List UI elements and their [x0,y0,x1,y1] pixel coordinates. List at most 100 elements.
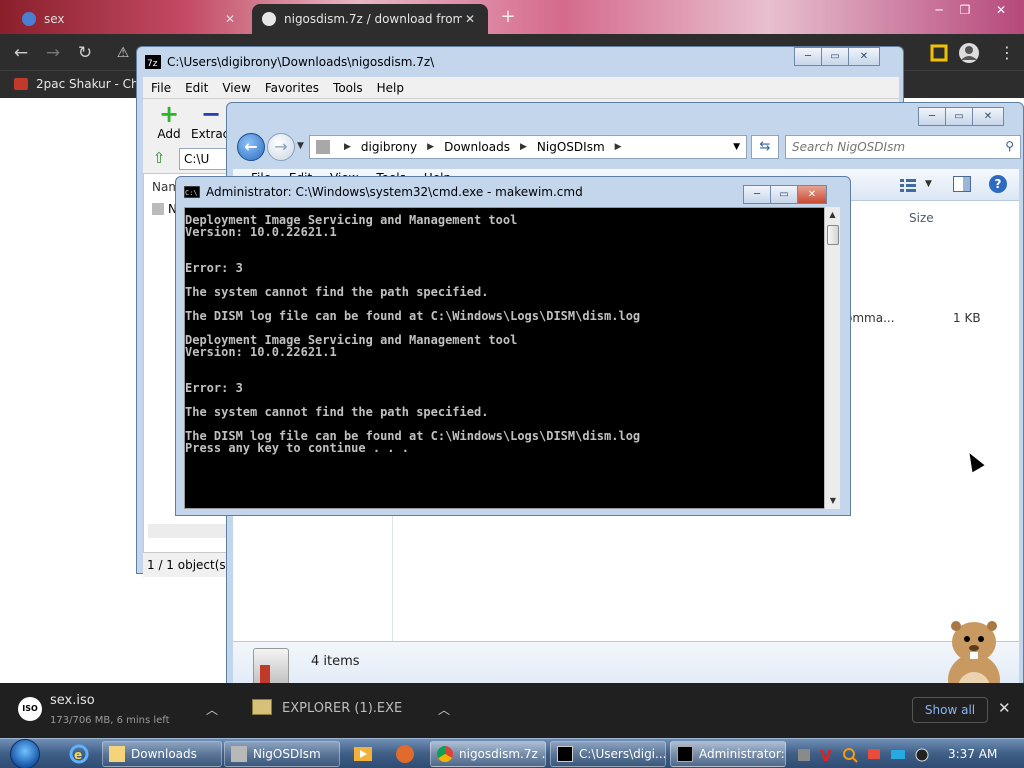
download-item-sex-iso[interactable]: ISO sex.iso 173/706 MB, 6 mins left ︿ [18,691,228,731]
download-favicon-icon [262,12,276,26]
chrome-restore-icon[interactable]: ❐ [952,0,978,20]
forward-button[interactable]: → [267,133,295,161]
scroll-down-icon[interactable]: ▼ [825,493,841,509]
taskbar-button-cmd[interactable]: Administrator:... [670,741,786,767]
svg-text:V: V [820,747,832,763]
app-shortcut-icon[interactable] [394,743,416,765]
close-icon[interactable]: ✕ [848,47,880,66]
taskbar-button-7zip[interactable]: C:\Users\digi... [550,741,666,767]
chevron-up-icon[interactable]: ︿ [206,701,218,718]
start-button[interactable] [4,739,46,768]
minimize-icon[interactable]: ─ [794,47,822,66]
download-status: 173/706 MB, 6 mins left [50,715,170,726]
sevenzip-caption-buttons: ─ ▭ ✕ [794,47,880,67]
sevenzip-titlebar: 7z C:\Users\digibrony\Downloads\nigosdis… [145,55,434,69]
menu-help[interactable]: Help [377,81,404,95]
breadcrumb[interactable]: ▶ digibrony ▶ Downloads ▶ NigOSDIsm ▶ ▼ [309,135,747,159]
close-icon[interactable]: ✕ [797,185,827,204]
item-count: 4 items [311,654,360,669]
chevron-down-icon[interactable]: ▼ [925,179,932,189]
up-folder-icon[interactable]: ⇧ [149,149,169,169]
warning-icon[interactable]: ⚠ [112,42,134,64]
search-icon[interactable]: ⚲ [1005,139,1014,153]
refresh-button[interactable]: ⇆ [751,135,779,159]
menu-file[interactable]: File [151,81,171,95]
taskbar-label: C:\Users\digi... [579,747,666,761]
tray-volume-icon[interactable] [914,747,930,763]
horizontal-scrollbar[interactable] [148,524,228,538]
menu-view[interactable]: View [222,81,250,95]
profile-avatar-icon[interactable] [958,42,980,64]
taskbar-label: Downloads [131,747,197,761]
menu-edit[interactable]: Edit [185,81,208,95]
tab-close-icon[interactable]: ✕ [462,12,478,26]
tray-app-icon[interactable] [796,747,812,763]
search-input[interactable] [786,136,986,158]
maximize-icon[interactable]: ▭ [945,107,973,126]
menu-favorites[interactable]: Favorites [265,81,319,95]
forward-arrow-icon[interactable]: → [42,42,64,64]
scroll-thumb[interactable] [827,225,839,245]
show-all-button[interactable]: Show all [912,697,988,723]
maximize-icon[interactable]: ▭ [770,185,798,204]
minimize-icon[interactable]: ─ [918,107,946,126]
chrome-minimize-icon[interactable]: ─ [926,0,952,20]
download-item-explorer-exe[interactable]: EXPLORER (1).EXE ︿ [250,691,460,731]
menu-tools[interactable]: Tools [333,81,363,95]
chrome-tab-sex[interactable]: sex ✕ [12,4,248,34]
file-size-cell: 1 KB [953,311,981,325]
close-shelf-icon[interactable]: ✕ [998,699,1011,717]
breadcrumb-nigosdism[interactable]: NigOSDIsm [537,140,605,154]
cmd-output-line: The DISM log file can be found at C:\Win… [185,309,641,323]
taskbar-button-nigosdism[interactable]: NigOSDIsm [224,741,340,767]
maximize-icon[interactable]: ▭ [821,47,849,66]
tray-network-icon[interactable] [890,747,906,763]
chevron-down-icon[interactable]: ▼ [733,142,740,152]
tray-search-icon[interactable] [842,747,858,763]
chevron-up-icon[interactable]: ︿ [438,701,450,718]
sevenzip-menubar: File Edit View Favorites Tools Help [143,77,899,99]
taskbar-button-downloads[interactable]: Downloads [102,741,222,767]
internet-explorer-icon[interactable]: e [68,743,90,765]
preview-pane-icon[interactable] [953,176,971,192]
path-value: C:\U [184,152,210,166]
sevenzip-title: C:\Users\digibrony\Downloads\nigosdism.7… [167,55,435,69]
media-player-icon[interactable] [352,743,374,765]
search-box: ⚲ [785,135,1021,159]
extension-icon[interactable] [928,42,950,64]
taskbar-clock[interactable]: 3:37 AM [948,747,997,761]
minimize-icon[interactable]: ─ [743,185,771,204]
taskbar-label: Administrator:... [699,747,785,761]
breadcrumb-downloads[interactable]: Downloads [444,140,510,154]
view-options-icon[interactable] [899,177,917,193]
chrome-tab-nigosdism[interactable]: nigosdism.7z / download from b ✕ [252,4,488,34]
cmd-output-line: Version: 10.0.22621.1 [185,225,337,239]
reload-icon[interactable]: ↻ [74,42,96,64]
tab-close-icon[interactable]: ✕ [222,12,238,26]
help-icon[interactable]: ? [989,175,1007,193]
recent-pages-icon[interactable]: ▼ [297,141,304,151]
back-button[interactable]: ← [237,133,265,161]
tray-flag-icon[interactable] [866,747,882,763]
cmd-console[interactable]: Deployment Image Servicing and Managemen… [184,207,828,509]
extract-button[interactable]: − Extract [191,102,234,141]
add-button[interactable]: + Add [151,102,187,141]
breadcrumb-digibrony[interactable]: digibrony [361,140,417,154]
back-arrow-icon[interactable]: ← [10,42,32,64]
cmd-icon [677,746,693,762]
taskbar-button-chrome[interactable]: nigosdism.7z ... [430,741,546,767]
cmd-window: C:\ Administrator: C:\Windows\system32\c… [175,176,851,516]
cmd-scrollbar[interactable]: ▲ ▼ [824,207,840,509]
list-item[interactable]: N [152,202,177,216]
tray-v-icon[interactable]: V [818,747,834,765]
cmd-title: Administrator: C:\Windows\system32\cmd.e… [206,185,583,199]
cmd-output-line [185,370,825,382]
scroll-up-icon[interactable]: ▲ [825,207,840,223]
bookmark-2pac[interactable]: 2pac Shakur - Chro [14,77,151,91]
close-icon[interactable]: ✕ [972,107,1004,126]
column-header-size[interactable]: Size [909,211,934,225]
new-tab-button[interactable]: + [496,6,520,28]
chrome-close-icon[interactable]: ✕ [988,0,1014,20]
chrome-menu-icon[interactable]: ⋮ [996,42,1018,64]
cmd-icon: C:\ [184,186,200,198]
